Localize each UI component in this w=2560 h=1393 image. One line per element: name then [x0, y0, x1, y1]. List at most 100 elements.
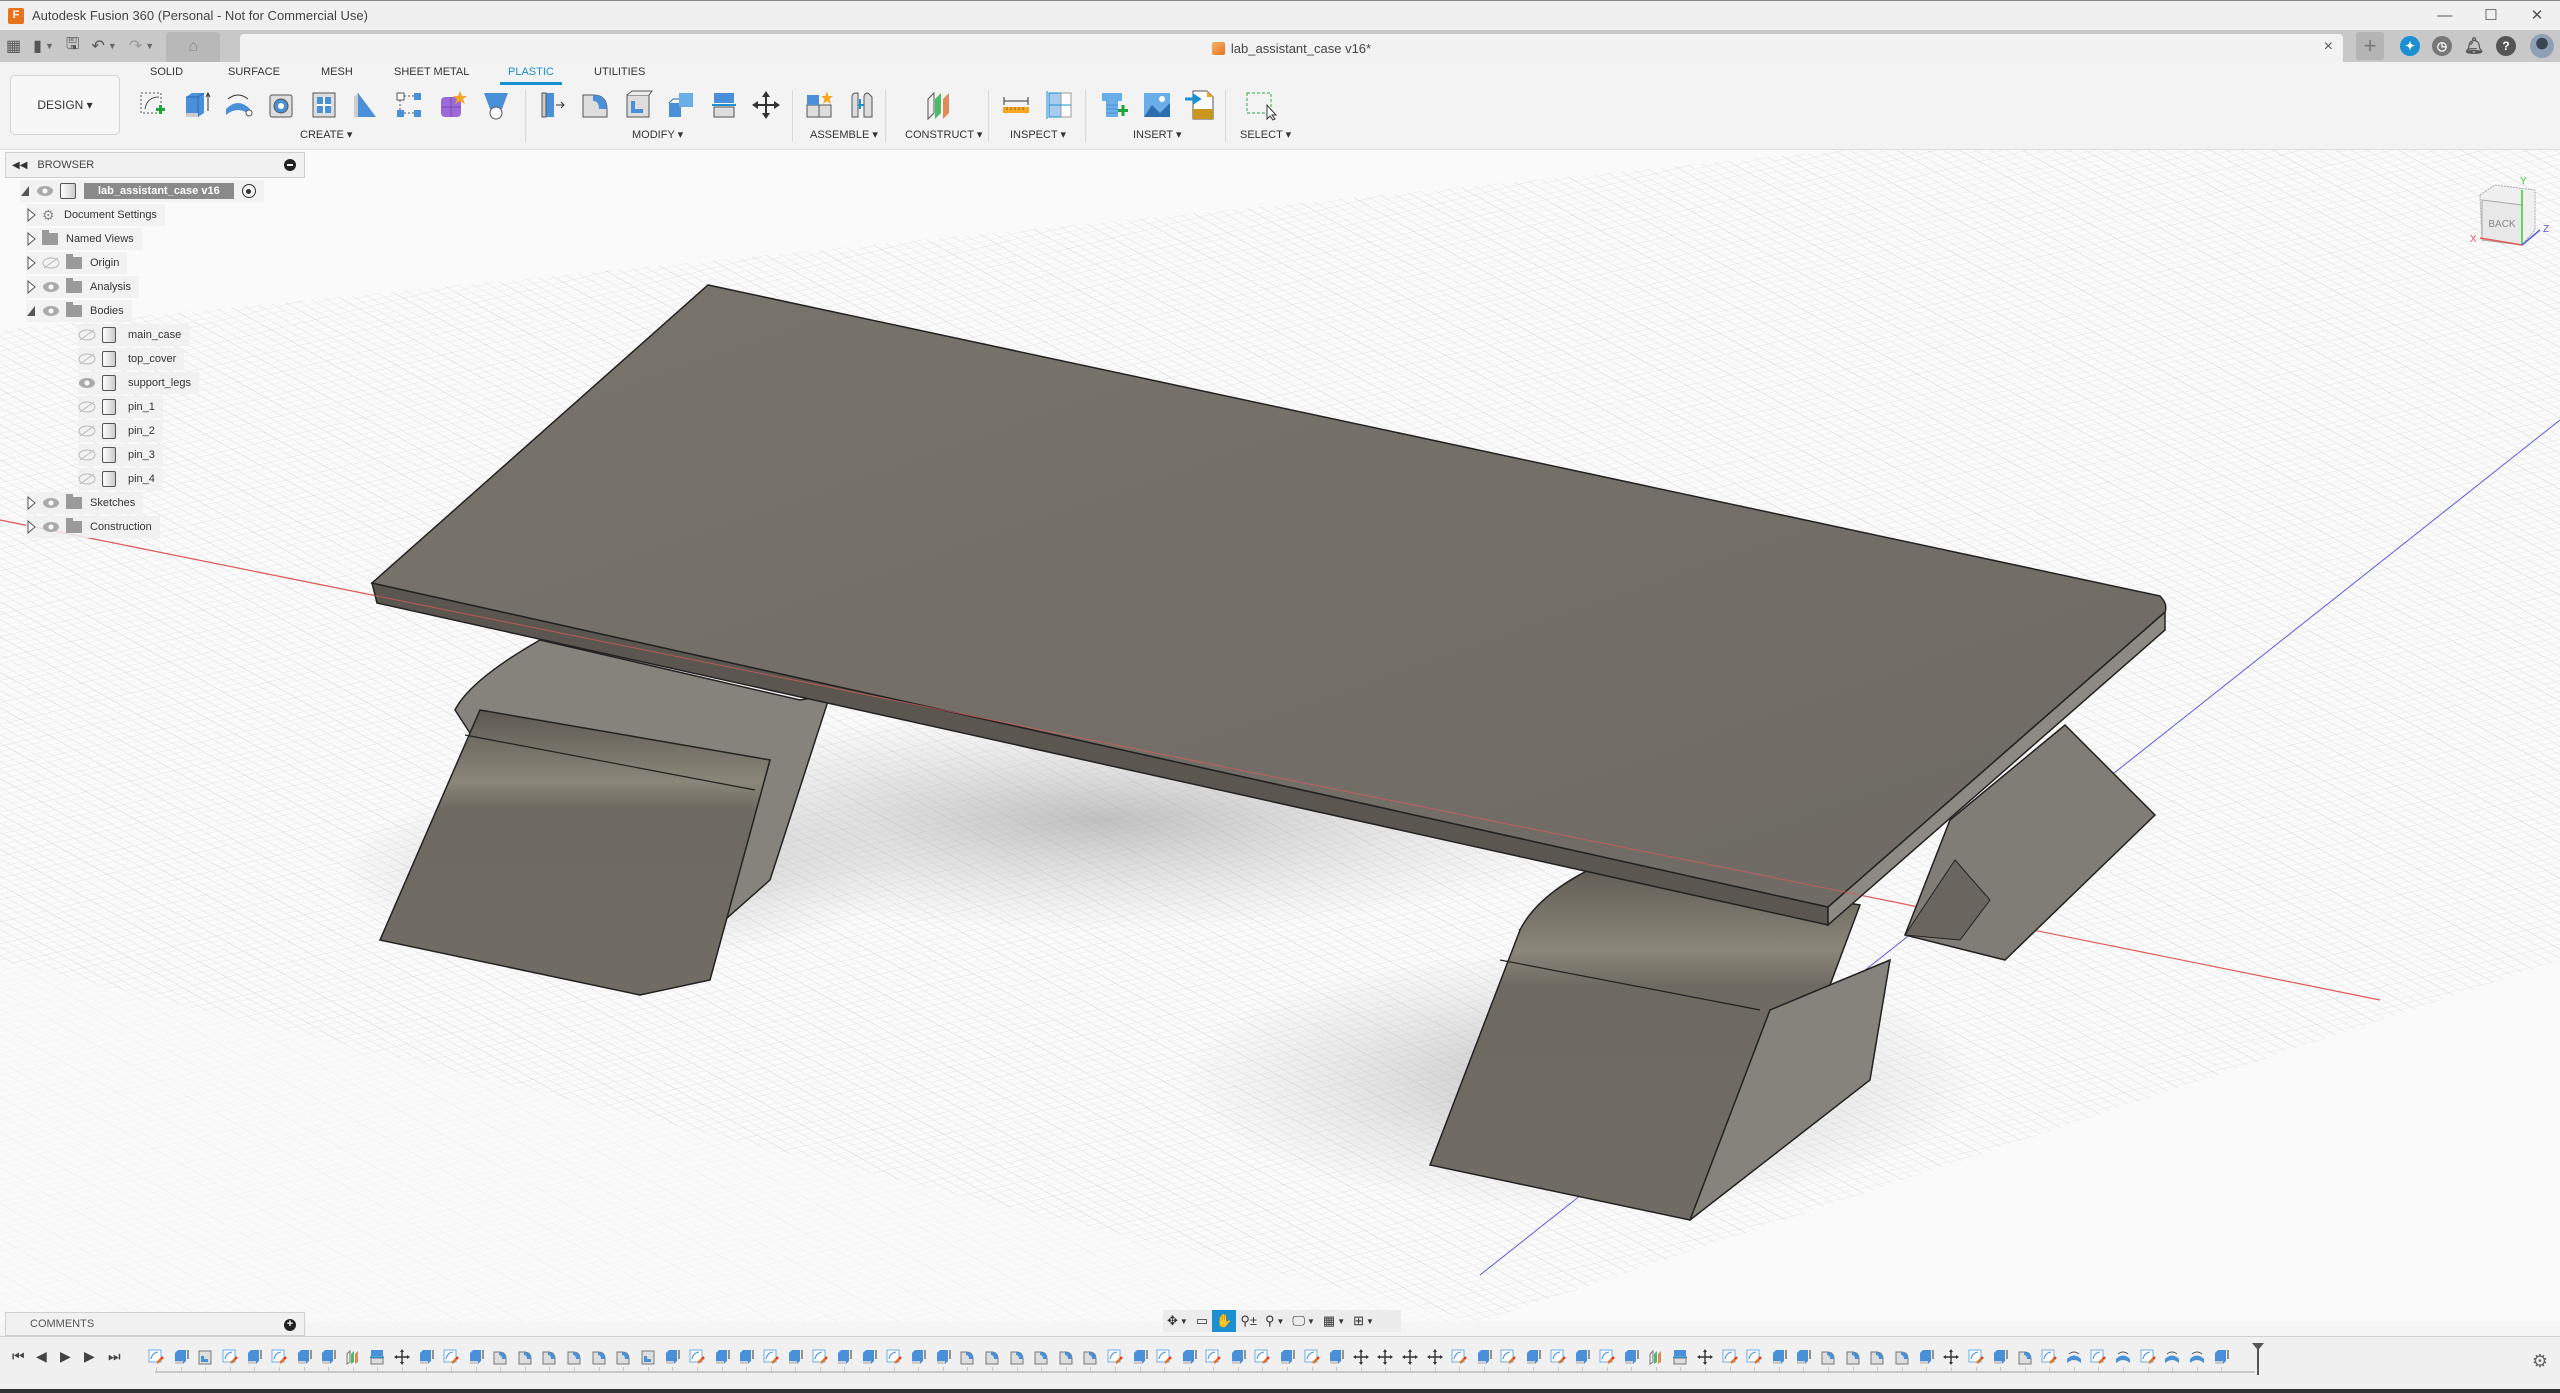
- browser-item-construction[interactable]: Construction: [26, 516, 160, 538]
- hidden-eye-icon[interactable]: [78, 425, 96, 437]
- snap-fit-icon[interactable]: [350, 89, 382, 121]
- visibility-eye-icon[interactable]: [42, 521, 60, 533]
- timeline-feature-fillet-icon[interactable]: [615, 1349, 631, 1365]
- go-to-start-button[interactable]: ⏮: [12, 1348, 25, 1365]
- timeline-feature-sketch-icon[interactable]: [1599, 1349, 1615, 1365]
- canvas-viewport[interactable]: [0, 150, 2560, 1322]
- timeline-feature-move-icon[interactable]: [1402, 1349, 1418, 1365]
- timeline-feature-extrude-icon[interactable]: [861, 1349, 877, 1365]
- visibility-eye-icon[interactable]: [42, 497, 60, 509]
- expand-triangle-icon[interactable]: [26, 280, 36, 294]
- timeline-feature-construction-plane-icon[interactable]: [1648, 1349, 1664, 1365]
- tab-sheet-metal[interactable]: SHEET METAL: [394, 66, 469, 78]
- timeline-feature-sketch-icon[interactable]: [763, 1349, 779, 1365]
- timeline-feature-fillet-icon[interactable]: [1894, 1349, 1910, 1365]
- hidden-eye-icon[interactable]: [78, 473, 96, 485]
- look-at-button[interactable]: ▭: [1192, 1310, 1212, 1332]
- combine-icon[interactable]: [665, 89, 697, 121]
- viewports-button[interactable]: ⊞ ▼: [1349, 1310, 1378, 1332]
- press-pull-icon[interactable]: [536, 89, 568, 121]
- tab-utilities[interactable]: UTILITIES: [594, 66, 645, 78]
- timeline-feature-move-icon[interactable]: [1352, 1349, 1369, 1365]
- timeline-feature-sketch-icon[interactable]: [1968, 1349, 1984, 1365]
- timeline-feature-sketch-icon[interactable]: [148, 1349, 164, 1365]
- timeline-feature-shell-icon[interactable]: [640, 1349, 656, 1365]
- browser-item-pin-4[interactable]: pin_4: [78, 468, 163, 490]
- timeline-feature-extrude-icon[interactable]: [714, 1349, 730, 1365]
- hidden-eye-icon[interactable]: [78, 401, 96, 413]
- timeline-feature-sketch-icon[interactable]: [812, 1349, 828, 1365]
- timeline-feature-fillet-icon[interactable]: [2017, 1349, 2033, 1365]
- step-forward-button[interactable]: ▶: [84, 1348, 95, 1365]
- timeline-feature-sketch-icon[interactable]: [2041, 1349, 2058, 1365]
- timeline-feature-extrude-icon[interactable]: [1181, 1349, 1197, 1365]
- browser-item-document-settings[interactable]: ⚙ Document Settings: [26, 204, 165, 226]
- collapse-browser-icon[interactable]: ◀◀: [12, 160, 27, 171]
- timeline-feature-move-icon[interactable]: [393, 1349, 410, 1365]
- timeline-feature-extrude-icon[interactable]: [1525, 1349, 1541, 1365]
- timeline-feature-sketch-icon[interactable]: [1451, 1349, 1468, 1365]
- timeline-feature-move-icon[interactable]: [1942, 1349, 1959, 1365]
- collapse-triangle-icon[interactable]: [26, 304, 36, 318]
- apps-grid-button[interactable]: ▦: [0, 30, 27, 62]
- timeline-feature-fillet-icon[interactable]: [1082, 1349, 1098, 1365]
- timeline-marker[interactable]: [2252, 1343, 2264, 1375]
- rib-web-icon[interactable]: [308, 89, 340, 121]
- timeline-feature-sketch-icon[interactable]: [2090, 1349, 2107, 1365]
- timeline-feature-sketch-icon[interactable]: [1304, 1349, 1320, 1365]
- timeline-feature-extrude-icon[interactable]: [296, 1349, 312, 1365]
- timeline-feature-combine-icon[interactable]: [369, 1349, 385, 1365]
- timeline-feature-move-icon[interactable]: [1697, 1349, 1714, 1365]
- timeline-feature-extrude-icon[interactable]: [1230, 1349, 1246, 1365]
- timeline-feature-extrude-icon[interactable]: [910, 1349, 926, 1365]
- move-copy-icon[interactable]: [750, 89, 782, 121]
- hidden-eye-icon[interactable]: [78, 329, 96, 341]
- timeline-feature-fillet-icon[interactable]: [566, 1349, 582, 1365]
- shell-icon[interactable]: [622, 89, 654, 121]
- form-icon[interactable]: [436, 89, 468, 121]
- sketch-pattern-icon[interactable]: [393, 89, 425, 121]
- timeline-feature-revolve-icon[interactable]: [2164, 1349, 2180, 1365]
- workspace-switcher[interactable]: DESIGN ▾: [10, 75, 120, 135]
- display-settings-button[interactable]: 🖵 ▼: [1288, 1310, 1318, 1332]
- timeline-feature-extrude-icon[interactable]: [787, 1349, 803, 1365]
- timeline-settings-gear-icon[interactable]: ⚙: [2532, 1351, 2548, 1372]
- timeline-feature-sketch-icon[interactable]: [443, 1349, 459, 1365]
- timeline-feature-extrude-icon[interactable]: [1918, 1349, 1934, 1365]
- timeline-feature-revolve-icon[interactable]: [2066, 1349, 2082, 1365]
- timeline-feature-revolve-icon[interactable]: [2189, 1349, 2205, 1365]
- timeline-feature-sketch-icon[interactable]: [271, 1349, 287, 1365]
- minimize-button[interactable]: —: [2422, 1, 2468, 31]
- timeline-feature-fillet-icon[interactable]: [959, 1349, 975, 1365]
- timeline-feature-extrude-icon[interactable]: [1623, 1349, 1639, 1365]
- timeline-feature-sketch-icon[interactable]: [1205, 1349, 1222, 1365]
- timeline-feature-sketch-icon[interactable]: [1107, 1349, 1123, 1365]
- timeline-feature-extrude-icon[interactable]: [246, 1349, 262, 1365]
- timeline-feature-sketch-icon[interactable]: [689, 1349, 705, 1365]
- timeline-feature-fillet-icon[interactable]: [1845, 1349, 1861, 1365]
- hidden-eye-icon[interactable]: [78, 353, 96, 365]
- close-document-button[interactable]: ×: [2324, 38, 2333, 56]
- grid-snaps-button[interactable]: ▦ ▼: [1319, 1310, 1349, 1332]
- expand-triangle-icon[interactable]: [26, 232, 36, 246]
- split-face-icon[interactable]: [708, 89, 740, 121]
- browser-item-pin-1[interactable]: pin_1: [78, 396, 163, 418]
- timeline-feature-sketch-icon[interactable]: [1722, 1349, 1738, 1365]
- timeline-feature-shell-icon[interactable]: [197, 1349, 213, 1365]
- timeline-feature-fillet-icon[interactable]: [1058, 1349, 1074, 1365]
- browser-item-named-views[interactable]: Named Views: [26, 228, 142, 250]
- create-sketch-icon[interactable]: [137, 89, 169, 121]
- minimize-browser-button[interactable]: [284, 159, 296, 171]
- tab-plastic[interactable]: PLASTIC: [500, 66, 562, 85]
- timeline-feature-extrude-icon[interactable]: [320, 1349, 336, 1365]
- expand-triangle-icon[interactable]: [26, 256, 36, 270]
- add-comment-button[interactable]: +: [284, 1319, 296, 1331]
- timeline-feature-combine-icon[interactable]: [1672, 1349, 1688, 1365]
- timeline-feature-construction-plane-icon[interactable]: [345, 1349, 361, 1365]
- tab-surface[interactable]: SURFACE: [228, 66, 280, 78]
- browser-item-pin-3[interactable]: pin_3: [78, 444, 163, 466]
- redo-button[interactable]: ↷ ▼: [123, 30, 160, 62]
- profile-avatar[interactable]: [2530, 34, 2554, 58]
- home-tab[interactable]: ⌂: [166, 32, 221, 62]
- extensions-icon[interactable]: ✦: [2400, 36, 2420, 56]
